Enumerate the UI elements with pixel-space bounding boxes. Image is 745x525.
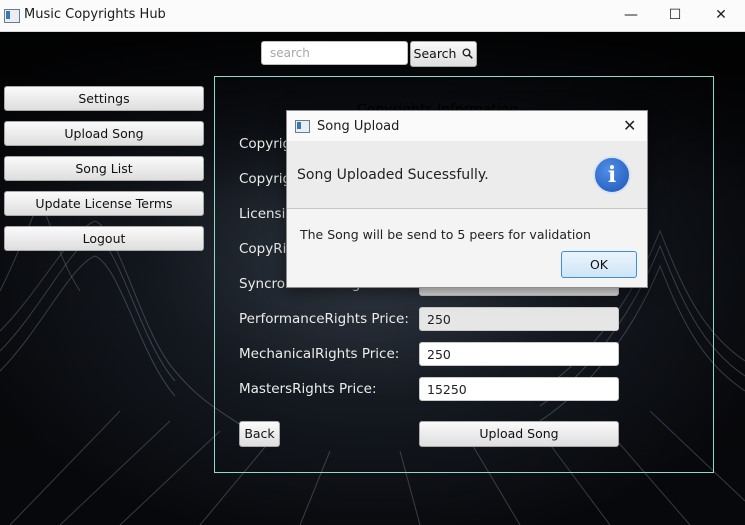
field-label: Copyrig [239,171,292,187]
sidebar-item-settings[interactable]: Settings [4,86,204,111]
dialog-app-icon [295,120,310,133]
upload-song-button[interactable]: Upload Song [419,421,619,447]
info-icon: i [593,156,631,194]
window-title: Music Copyrights Hub [24,7,166,22]
search-input[interactable]: search [261,41,408,65]
mechanical-rights-label: MechanicalRights Price: [239,346,400,362]
app-window: Music Copyrights Hub — ☐ ✕ search Search… [0,0,745,525]
ok-button[interactable]: OK [561,251,637,278]
back-button[interactable]: Back [239,421,280,447]
field-label: Copyrig [239,136,292,152]
close-icon[interactable]: ✕ [698,0,744,31]
app-icon [4,9,20,23]
sidebar-item-update-license-terms[interactable]: Update License Terms [4,191,204,216]
magnifier-icon [462,48,474,59]
minimize-icon[interactable]: — [608,0,654,31]
masters-rights-label: MastersRights Price: [239,381,377,397]
sidebar-item-song-list[interactable]: Song List [4,156,204,181]
performance-rights-label: PerformanceRights Price: [239,311,409,327]
dialog-header: Song Uploaded Sucessfully. i [287,141,647,209]
sidebar-item-upload-song[interactable]: Upload Song [4,121,204,146]
song-upload-dialog: Song Upload ✕ Song Uploaded Sucessfully.… [286,110,648,288]
maximize-icon[interactable]: ☐ [652,0,698,31]
dialog-message: The Song will be send to 5 peers for val… [300,227,591,242]
search-button-label: Search [413,46,457,61]
dialog-title: Song Upload [317,119,400,134]
dialog-title-bar: Song Upload ✕ [287,111,647,141]
performance-rights-price-field[interactable]: 250 [419,307,619,331]
dialog-close-icon[interactable]: ✕ [623,116,636,135]
dialog-header-text: Song Uploaded Sucessfully. [297,167,489,183]
search-button[interactable]: Search [410,41,477,67]
masters-rights-price-field[interactable]: 15250 [419,377,619,401]
title-bar: Music Copyrights Hub — ☐ ✕ [0,0,745,32]
sidebar-item-logout[interactable]: Logout [4,226,204,251]
mechanical-rights-price-field[interactable]: 250 [419,342,619,366]
